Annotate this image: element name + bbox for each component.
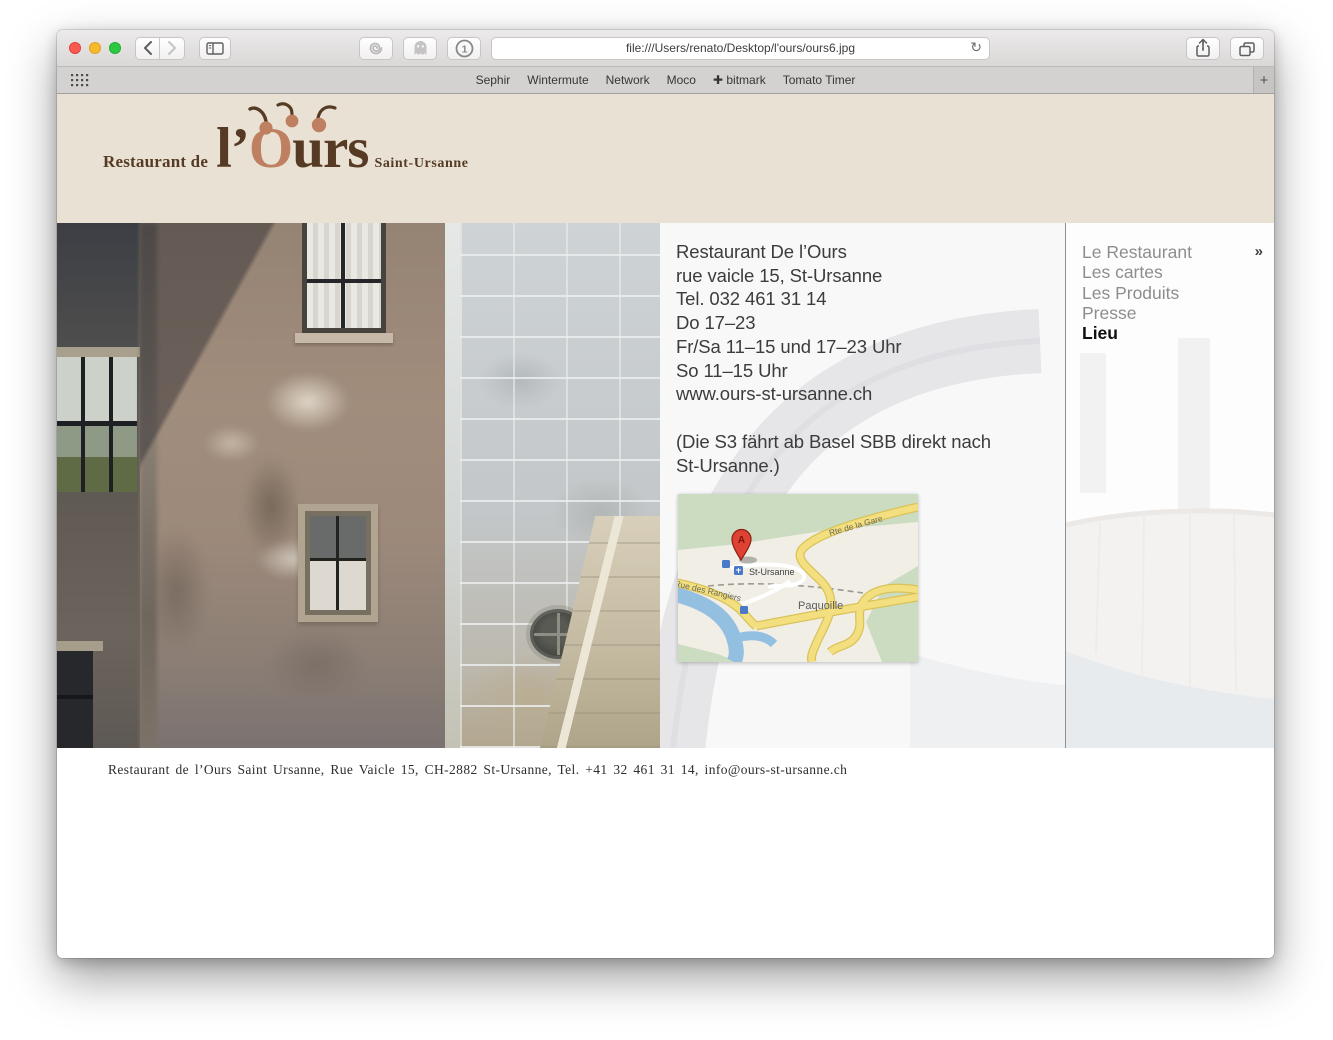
nav-item[interactable]: Le Restaurant: [1082, 242, 1192, 262]
photo-curtain-window-middle: [305, 511, 371, 615]
info-column: Restaurant De l’Oursrue vaicle 15, St-Ur…: [660, 223, 1066, 748]
forward-button[interactable]: [160, 37, 185, 60]
nav-item[interactable]: Les cartes: [1082, 262, 1192, 282]
photo-window-sill: [295, 333, 393, 343]
favorites-grid-icon[interactable]: [71, 74, 90, 87]
bookmark-item[interactable]: Tomato Timer: [783, 73, 856, 87]
photo-window-left: [57, 357, 137, 492]
share-button[interactable]: [1186, 37, 1220, 60]
bear-paw-claws-icon: [248, 102, 340, 138]
note-line: St-Ursanne.): [676, 454, 991, 478]
site-header: Restaurant de l’Ours Saint-Ursanne: [57, 94, 1274, 223]
location-map[interactable]: A St-Ursanne Paquoille Rte de la Gare Ru…: [678, 494, 918, 662]
contact-line: rue vaicle 15, St-Ursanne: [676, 264, 901, 288]
bookmark-item[interactable]: Moco: [667, 73, 696, 87]
map-place-label: St-Ursanne: [749, 567, 795, 577]
contact-line: www.ours-st-ursanne.ch: [676, 382, 901, 406]
contact-line: Tel. 032 461 31 14: [676, 287, 901, 311]
note-line: (Die S3 fährt ab Basel SBB direkt nach: [676, 430, 991, 454]
history-nav-group: [135, 37, 185, 60]
share-icon: [1194, 38, 1212, 58]
chevron-right-icon: [167, 41, 177, 55]
nav-more-chevrons[interactable]: »: [1255, 243, 1263, 260]
logo-wordmark: l’Ours: [216, 122, 368, 176]
logo-l: l’: [216, 117, 249, 180]
svg-text:1: 1: [461, 43, 467, 55]
logo-suffix: Saint-Ursanne: [374, 156, 468, 172]
ghost-icon: [413, 40, 428, 56]
zoom-button[interactable]: [109, 42, 121, 54]
traffic-lights: [69, 42, 121, 54]
content-band: Restaurant De l’Oursrue vaicle 15, St-Ur…: [57, 223, 1274, 748]
nav-sidebar: Le RestaurantLes cartesLes ProduitsPress…: [1066, 223, 1274, 748]
web-page: Restaurant de l’Ours Saint-Ursanne: [57, 94, 1274, 958]
bookmark-item[interactable]: Sephir: [476, 73, 511, 87]
nav-item[interactable]: Lieu: [1082, 323, 1192, 343]
building-photo: [57, 223, 660, 748]
ghost-extension-button[interactable]: [403, 37, 437, 60]
minimize-button[interactable]: [89, 42, 101, 54]
contact-line: Do 17–23: [676, 311, 901, 335]
site-logo[interactable]: Restaurant de l’Ours Saint-Ursanne: [103, 122, 469, 176]
sidebar-button[interactable]: [199, 37, 231, 60]
password-extension-button[interactable]: 1: [447, 37, 481, 60]
bookmarks-bar: Sephir Wintermute Network Moco ✚ bitmark Toma…: [57, 67, 1274, 94]
browser-window: 1 file:///Users/renato/Desktop/l'ours/ou…: [57, 30, 1274, 958]
nav-item[interactable]: Les Produits: [1082, 283, 1192, 303]
url-text: file:///Users/renato/Desktop/l'ours/ours…: [626, 41, 855, 55]
page-footer: Restaurant de l’Ours Saint Ursanne, Rue …: [57, 748, 1274, 958]
back-button[interactable]: [135, 37, 160, 60]
tabs-icon: [1238, 40, 1256, 57]
chevron-left-icon: [143, 41, 153, 55]
bookmark-item[interactable]: Network: [606, 73, 650, 87]
contact-line: Restaurant De l’Ours: [676, 240, 901, 264]
photo-window-lintel: [57, 347, 145, 357]
transit-note: (Die S3 fährt ab Basel SBB direkt nachSt…: [676, 430, 991, 477]
contact-line: Fr/Sa 11–15 und 17–23 Uhr: [676, 335, 901, 359]
contact-line: So 11–15 Uhr: [676, 359, 901, 383]
sidebar-icon: [206, 42, 224, 55]
circled-one-icon: 1: [455, 39, 474, 58]
bookmark-item[interactable]: ✚ bitmark: [713, 73, 766, 87]
reload-button[interactable]: ↻: [970, 39, 982, 56]
svg-text:A: A: [738, 535, 745, 546]
new-tab-button[interactable]: +: [1253, 67, 1274, 93]
show-tabs-button[interactable]: [1230, 37, 1264, 60]
contact-block: Restaurant De l’Oursrue vaicle 15, St-Ur…: [676, 240, 901, 406]
map-area-label: Paquoille: [798, 600, 843, 612]
logo-prefix: Restaurant de: [103, 152, 208, 172]
browser-toolbar: 1 file:///Users/renato/Desktop/l'ours/ou…: [57, 30, 1274, 67]
bookmark-item[interactable]: Wintermute: [527, 73, 588, 87]
address-bar[interactable]: file:///Users/renato/Desktop/l'ours/ours…: [491, 37, 990, 60]
toolbar-right-group: [1186, 37, 1264, 60]
site-nav: Le RestaurantLes cartesLes ProduitsPress…: [1082, 242, 1192, 343]
footer-address: Restaurant de l’Ours Saint Ursanne, Rue …: [108, 762, 847, 778]
spiral-extension-button[interactable]: [359, 37, 393, 60]
bookmark-list: Sephir Wintermute Network Moco ✚ bitmark Toma…: [476, 73, 856, 87]
photo-curtain-window-top: [302, 223, 386, 333]
extension-buttons: 1: [359, 37, 481, 60]
nav-item[interactable]: Presse: [1082, 303, 1192, 323]
spiral-icon: [367, 40, 385, 56]
close-button[interactable]: [69, 42, 81, 54]
photo-window-lintel: [57, 641, 103, 651]
photo-corner-quoin: [445, 223, 460, 748]
photo-diagonal-shadow: [140, 223, 445, 748]
photo-window-bottom-left: [57, 651, 93, 748]
